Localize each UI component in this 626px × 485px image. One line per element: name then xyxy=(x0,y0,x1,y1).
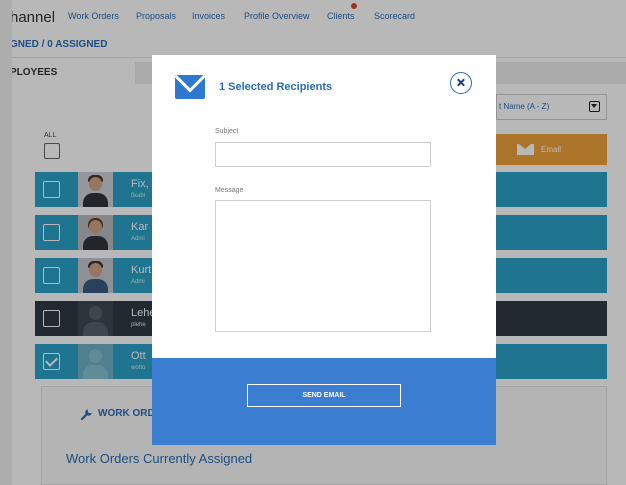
message-input[interactable] xyxy=(215,200,431,332)
envelope-icon xyxy=(175,75,205,99)
modal-title: 1 Selected Recipients xyxy=(219,81,333,93)
subject-label: Subject xyxy=(215,128,239,135)
send-email-button[interactable]: SEND EMAIL xyxy=(247,384,401,407)
close-icon[interactable] xyxy=(450,72,472,94)
modal-footer: SEND EMAIL xyxy=(152,358,496,445)
message-label: Message xyxy=(215,187,244,194)
email-modal: 1 Selected Recipients Subject Message SE… xyxy=(152,55,496,445)
subject-input[interactable] xyxy=(215,142,431,167)
